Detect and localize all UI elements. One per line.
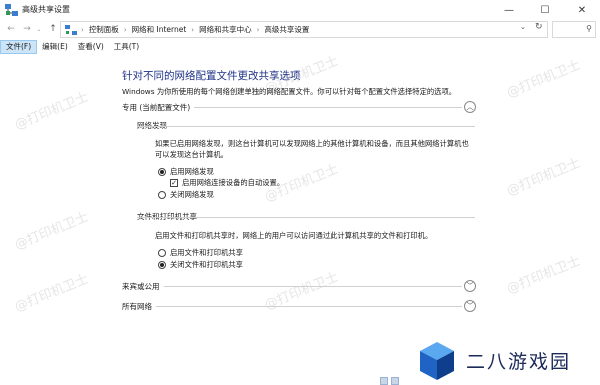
all-networks-title[interactable]: 所有网络 <box>122 301 156 312</box>
network-discovery-desc: 如果已启用网络发现，则这台计算机可以发现网络上的其他计算机和设备，而且其他网络计… <box>155 138 469 160</box>
watermark: @打印机卫士 <box>12 271 91 315</box>
section-divider <box>122 306 462 307</box>
radio-selected-dot <box>160 170 164 174</box>
breadcrumb-separator[interactable]: › <box>124 26 127 34</box>
option-label: 启用网络连接设备的自动设置。 <box>182 178 285 187</box>
radio-button[interactable] <box>158 261 166 269</box>
expand-all-networks-button[interactable]: ﹀ <box>464 300 476 312</box>
watermark: @打印机卫士 <box>504 253 583 297</box>
forward-arrow-icon: → <box>23 24 31 34</box>
site-badge: 二八游戏园 <box>408 336 600 385</box>
address-bar[interactable]: › 控制面板 › 网络和 Internet › 网络和共享中心 › 高级共享设置 <box>60 21 548 38</box>
chevron-up-icon: ︿ <box>466 103 474 111</box>
breadcrumb-separator: › <box>81 25 84 34</box>
maximize-button[interactable]: ☐ <box>527 0 563 20</box>
file-sharing-on-option[interactable]: 启用文件和打印机共享 <box>158 248 243 258</box>
breadcrumb-network-internet[interactable]: 网络和 Internet <box>132 24 187 35</box>
network-discovery-off-option[interactable]: 关闭网络发现 <box>158 190 214 200</box>
radio-button[interactable] <box>158 249 166 257</box>
minimize-button[interactable]: — <box>491 0 527 20</box>
page-title: 针对不同的网络配置文件更改共享选项 <box>122 70 301 82</box>
maximize-icon: ☐ <box>540 4 550 16</box>
section-divider <box>137 126 475 127</box>
menu-file[interactable]: 文件(F) <box>0 40 38 54</box>
private-profile-title[interactable]: 专用 (当前配置文件) <box>122 102 195 113</box>
shield-icon <box>380 377 388 385</box>
refresh-icon[interactable]: ↻ <box>535 22 543 32</box>
page-intro: Windows 为你所使用的每个网络创建单独的网络配置文件。你可以针对每个配置文… <box>122 87 457 96</box>
network-discovery-desc-line: 可以发现这台计算机。 <box>155 150 228 159</box>
recent-locations-button[interactable]: ⌄ <box>34 22 44 36</box>
menu-tools[interactable]: 工具(T) <box>109 40 144 54</box>
address-dropdown-icon[interactable]: ⌄ <box>520 23 526 31</box>
address-row: ← → ⌄ ↑ › 控制面板 › 网络和 Internet › 网络和共享中心 … <box>0 20 600 40</box>
chevron-down-icon: ﹀ <box>466 302 474 310</box>
option-label: 启用文件和打印机共享 <box>170 248 243 257</box>
breadcrumb-advanced-sharing[interactable]: 高级共享设置 <box>264 24 309 35</box>
watermark: @打印机卫士 <box>504 57 583 101</box>
expand-guest-button[interactable]: ﹀ <box>464 280 476 292</box>
forward-button[interactable]: → <box>20 22 34 36</box>
radio-selected-dot <box>160 263 164 267</box>
file-printer-sharing-desc: 启用文件和打印机共享时，网络上的用户可以访问通过此计算机共享的文件和打印机。 <box>155 231 433 240</box>
cube-logo-icon <box>420 341 454 380</box>
up-button[interactable]: ↑ <box>46 22 60 36</box>
guest-public-title[interactable]: 来宾或公用 <box>122 281 164 292</box>
watermark: @打印机卫士 <box>12 209 91 253</box>
option-label: 关闭文件和打印机共享 <box>170 260 243 269</box>
bottom-button-fragment <box>380 377 408 385</box>
back-button[interactable]: ← <box>4 22 18 36</box>
search-input[interactable]: ⚲ <box>552 21 596 38</box>
title-bar: 高级共享设置 — ☐ ✕ <box>0 0 600 20</box>
breadcrumb-network-sharing-center[interactable]: 网络和共享中心 <box>199 24 252 35</box>
minimize-icon: — <box>504 4 514 16</box>
chevron-down-icon: ⌄ <box>36 25 42 33</box>
menu-edit[interactable]: 编辑(E) <box>37 40 73 54</box>
watermark: @打印机卫士 <box>504 155 583 199</box>
network-location-icon <box>65 24 77 35</box>
radio-button[interactable] <box>158 191 166 199</box>
collapse-private-button[interactable]: ︿ <box>464 101 476 113</box>
checkmark-icon: ✓ <box>171 178 177 187</box>
close-icon: ✕ <box>577 4 587 16</box>
watermark: @打印机卫士 <box>12 89 91 133</box>
network-discovery-desc-line: 如果已启用网络发现，则这台计算机可以发现网络上的其他计算机和设备，而且其他网络计… <box>155 139 469 148</box>
network-discovery-on-option[interactable]: 启用网络发现 <box>158 167 214 177</box>
option-label: 启用网络发现 <box>170 167 214 176</box>
option-label: 关闭网络发现 <box>170 190 214 199</box>
file-sharing-off-option[interactable]: 关闭文件和打印机共享 <box>158 260 243 270</box>
search-icon: ⚲ <box>586 24 592 33</box>
radio-button[interactable] <box>158 168 166 176</box>
section-divider <box>122 286 462 287</box>
menu-view[interactable]: 查看(V) <box>73 40 109 54</box>
close-button[interactable]: ✕ <box>564 0 600 20</box>
breadcrumb-control-panel[interactable]: 控制面板 <box>89 24 119 35</box>
breadcrumb-separator[interactable]: › <box>191 26 194 34</box>
section-divider <box>137 217 475 218</box>
up-arrow-icon: ↑ <box>49 24 57 34</box>
auto-setup-option[interactable]: ✓ 启用网络连接设备的自动设置。 <box>170 178 284 188</box>
chevron-down-icon: ﹀ <box>466 282 474 290</box>
badge-text: 二八游戏园 <box>466 351 572 373</box>
breadcrumb-separator[interactable]: › <box>257 26 260 34</box>
network-app-icon <box>5 4 18 16</box>
back-arrow-icon: ← <box>7 24 15 34</box>
menu-bar: 文件(F) 编辑(E) 查看(V) 工具(T) <box>0 40 600 54</box>
window-title: 高级共享设置 <box>22 5 70 14</box>
shield-icon <box>391 377 399 385</box>
checkbox[interactable]: ✓ <box>170 179 178 187</box>
